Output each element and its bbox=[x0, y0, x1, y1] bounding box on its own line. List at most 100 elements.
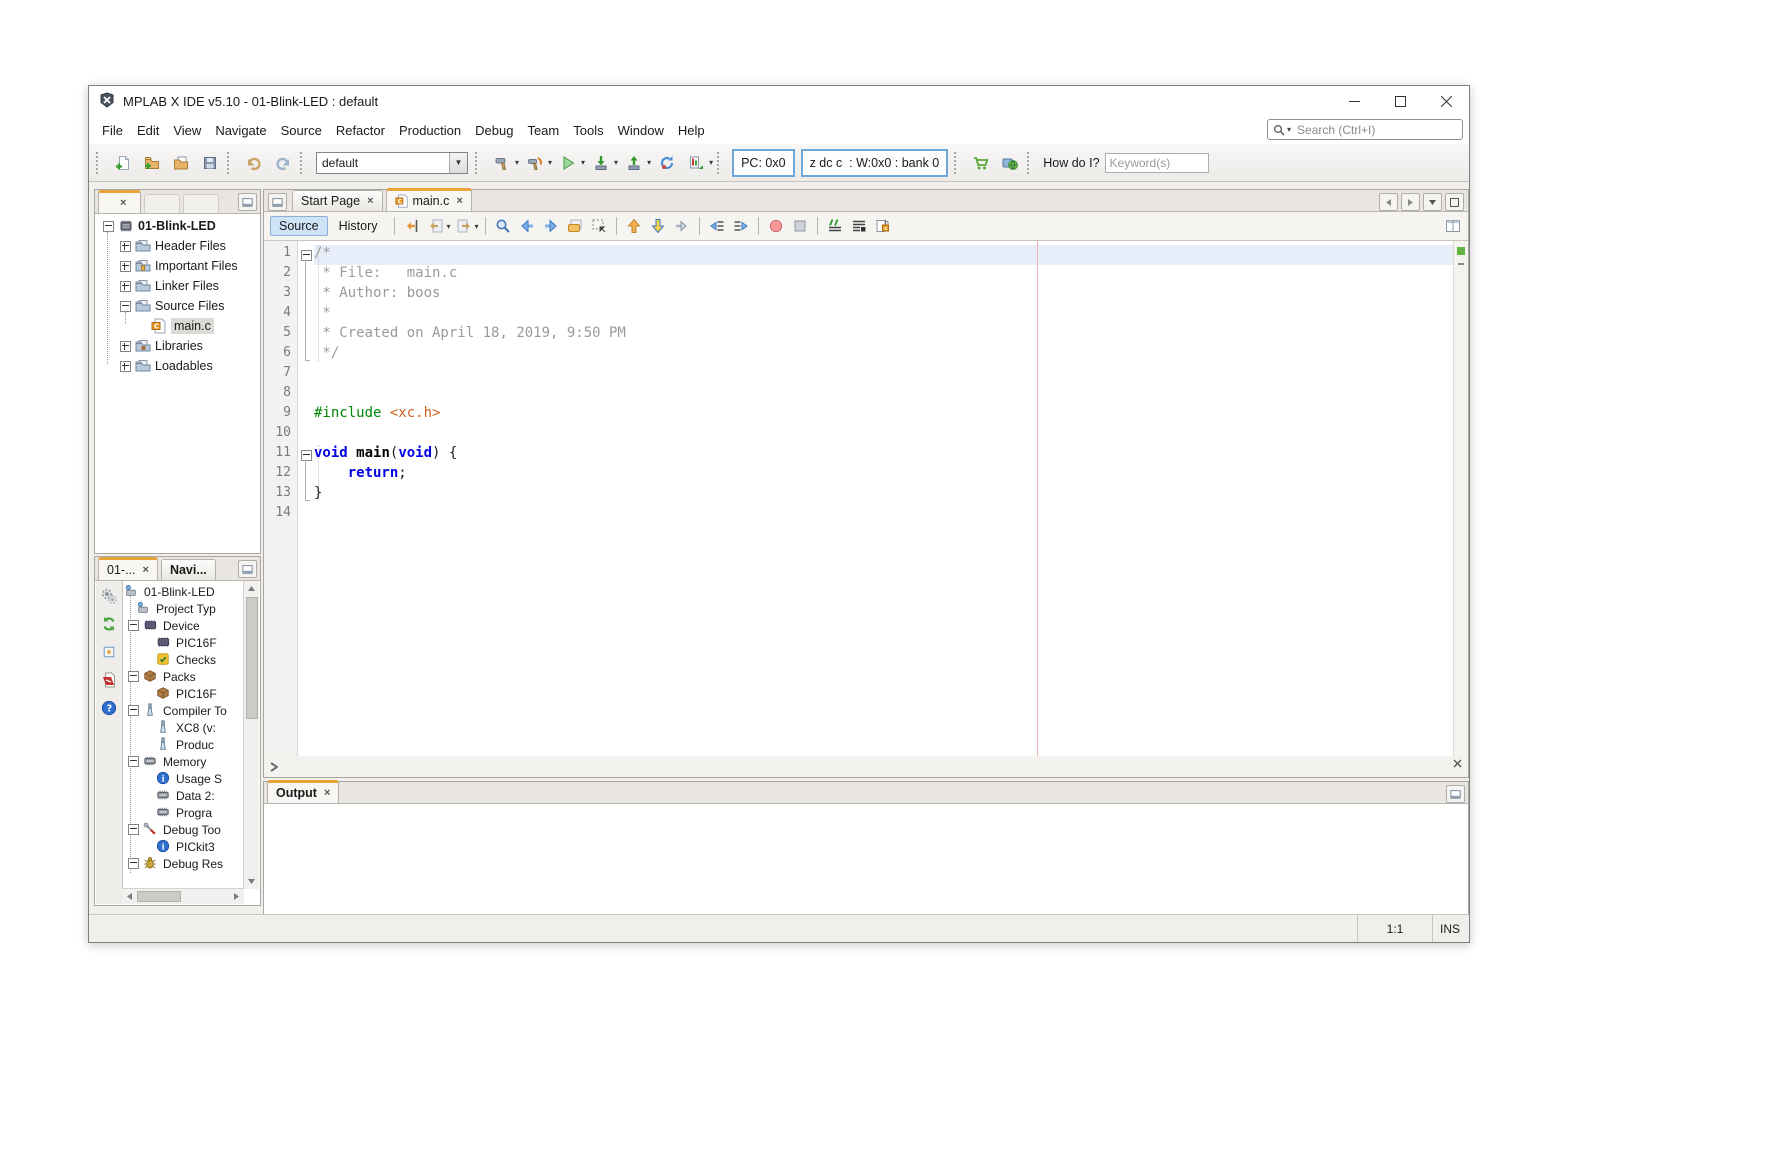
dash-row-debug-resources[interactable]: Debug Res bbox=[128, 855, 223, 872]
collapse-icon[interactable] bbox=[128, 858, 139, 869]
split-document-button[interactable] bbox=[1441, 214, 1465, 238]
expand-icon[interactable] bbox=[120, 361, 131, 372]
tree-row-important-files[interactable]: Important Files bbox=[120, 256, 238, 276]
scrollbar-thumb[interactable] bbox=[137, 891, 181, 902]
collapse-icon[interactable] bbox=[128, 705, 139, 716]
toggle-header-source-button[interactable]: hc bbox=[871, 214, 895, 238]
close-icon[interactable]: × bbox=[120, 197, 126, 209]
stop-macro-recording-button[interactable] bbox=[788, 214, 812, 238]
collapse-icon[interactable] bbox=[120, 301, 131, 312]
read-device-button[interactable] bbox=[619, 148, 648, 177]
toggle-highlight-button[interactable] bbox=[563, 214, 587, 238]
find-selection-button[interactable] bbox=[491, 214, 515, 238]
dash-row-packs[interactable]: Packs bbox=[128, 668, 196, 685]
code-lines[interactable]: /* * File: main.c * Author: boos * * Cre… bbox=[314, 241, 1454, 756]
dashboard-vertical-scrollbar[interactable] bbox=[243, 581, 259, 889]
minimize-panel-icon[interactable] bbox=[238, 193, 257, 211]
collapse-icon[interactable] bbox=[103, 221, 114, 232]
web-store-button[interactable] bbox=[995, 148, 1024, 177]
expand-icon[interactable] bbox=[120, 341, 131, 352]
dash-row-checksum[interactable]: Checks bbox=[156, 651, 216, 668]
tab-list-dropdown-icon[interactable] bbox=[1423, 193, 1442, 211]
start-macro-recording-button[interactable] bbox=[764, 214, 788, 238]
clean-build-dropdown-icon[interactable]: ▾ bbox=[548, 158, 552, 167]
close-icon[interactable]: × bbox=[367, 195, 373, 207]
minimize-button[interactable] bbox=[1331, 86, 1377, 116]
dash-row-root[interactable]: 01-Blink-LED bbox=[124, 583, 215, 600]
shift-left-button[interactable] bbox=[705, 214, 729, 238]
build-dropdown-icon[interactable]: ▾ bbox=[515, 158, 519, 167]
collapse-icon[interactable] bbox=[128, 756, 139, 767]
forward-button[interactable] bbox=[452, 214, 476, 238]
code-editor[interactable]: 1 2 3 4 5 6 7 8 9 10 11 12 13 14 bbox=[263, 241, 1469, 756]
output-tab[interactable]: Output× bbox=[267, 780, 339, 803]
error-stripe[interactable] bbox=[1453, 241, 1468, 756]
scroll-tabs-left-icon[interactable] bbox=[1379, 193, 1398, 211]
window-button[interactable] bbox=[99, 642, 119, 662]
navigator-tab[interactable]: Navi... bbox=[161, 559, 216, 580]
menu-team[interactable]: Team bbox=[520, 119, 566, 142]
close-button[interactable] bbox=[1423, 86, 1469, 116]
dashboard-horizontal-scrollbar[interactable] bbox=[122, 888, 244, 904]
output-content[interactable] bbox=[263, 804, 1469, 916]
forward-dropdown-icon[interactable]: ▾ bbox=[475, 222, 479, 231]
menu-tools[interactable]: Tools bbox=[566, 119, 610, 142]
scroll-left-icon[interactable] bbox=[122, 889, 137, 904]
dash-row-compiler[interactable]: Compiler To bbox=[128, 702, 227, 719]
new-file-button[interactable] bbox=[108, 148, 137, 177]
scroll-up-icon[interactable] bbox=[244, 581, 259, 596]
dash-row-memory[interactable]: Memory bbox=[128, 753, 206, 770]
minimize-panel-icon[interactable] bbox=[1446, 785, 1465, 803]
projects-tab[interactable]: × bbox=[98, 190, 141, 213]
dash-row-usage[interactable]: iUsage S bbox=[156, 770, 222, 787]
shift-right-button[interactable] bbox=[729, 214, 753, 238]
tree-row-libraries[interactable]: Libraries bbox=[120, 336, 203, 356]
close-icon[interactable]: × bbox=[456, 195, 462, 207]
rectangular-selection-button[interactable] bbox=[587, 214, 611, 238]
dash-row-project-type[interactable]: Project Typ bbox=[136, 600, 216, 617]
collapse-icon[interactable] bbox=[128, 824, 139, 835]
menu-source[interactable]: Source bbox=[274, 119, 329, 142]
store-cart-button[interactable] bbox=[966, 148, 995, 177]
scrollbar-thumb[interactable] bbox=[246, 597, 258, 719]
dash-row-pickit[interactable]: iPICkit3 bbox=[156, 838, 215, 855]
search-scope-dropdown-icon[interactable]: ▾ bbox=[1287, 125, 1291, 134]
uncomment-button[interactable] bbox=[847, 214, 871, 238]
tree-row-header-files[interactable]: Header Files bbox=[120, 236, 226, 256]
menu-window[interactable]: Window bbox=[611, 119, 671, 142]
line-number-gutter[interactable]: 1 2 3 4 5 6 7 8 9 10 11 12 13 14 bbox=[264, 241, 298, 756]
menu-edit[interactable]: Edit bbox=[130, 119, 166, 142]
expand-icon[interactable] bbox=[120, 261, 131, 272]
back-button[interactable] bbox=[424, 214, 448, 238]
expand-icon[interactable] bbox=[120, 241, 131, 252]
build-button[interactable] bbox=[487, 148, 516, 177]
quick-search-box[interactable]: ▾ bbox=[1267, 119, 1463, 140]
clean-build-button[interactable] bbox=[520, 148, 549, 177]
view-source-button[interactable]: Source bbox=[270, 216, 328, 236]
redo-button[interactable] bbox=[268, 148, 297, 177]
dash-row-program[interactable]: Progra bbox=[156, 804, 212, 821]
save-all-button[interactable] bbox=[195, 148, 224, 177]
run-button[interactable] bbox=[553, 148, 582, 177]
view-history-button[interactable]: History bbox=[330, 216, 387, 236]
projects-tree[interactable]: 01-Blink-LED Header Files Important File… bbox=[95, 214, 260, 553]
menu-view[interactable]: View bbox=[166, 119, 208, 142]
chevron-down-icon[interactable]: ▼ bbox=[449, 153, 467, 173]
fold-collapse-icon[interactable] bbox=[301, 250, 312, 261]
maximize-button[interactable] bbox=[1377, 86, 1423, 116]
dash-row-data[interactable]: Data 2: bbox=[156, 787, 215, 804]
title-bar[interactable]: MPLAB X IDE v5.10 - 01-Blink-LED : defau… bbox=[89, 86, 1469, 116]
back-dropdown-icon[interactable]: ▾ bbox=[447, 222, 451, 231]
dash-row-production[interactable]: Produc bbox=[156, 736, 214, 753]
last-edit-button[interactable] bbox=[400, 214, 424, 238]
close-icon[interactable]: × bbox=[324, 787, 330, 799]
dash-row-pic-device[interactable]: PIC16F bbox=[156, 634, 217, 651]
menu-navigate[interactable]: Navigate bbox=[208, 119, 273, 142]
tree-row-main-c[interactable]: C main.c bbox=[151, 316, 214, 336]
previous-occurrence-button[interactable] bbox=[515, 214, 539, 238]
tab-main-c[interactable]: C main.c× bbox=[386, 188, 472, 211]
read-device-dropdown-icon[interactable]: ▾ bbox=[647, 158, 651, 167]
collapse-icon[interactable] bbox=[128, 620, 139, 631]
next-bookmark-button[interactable] bbox=[646, 214, 670, 238]
pdf-report-button[interactable] bbox=[99, 670, 119, 690]
